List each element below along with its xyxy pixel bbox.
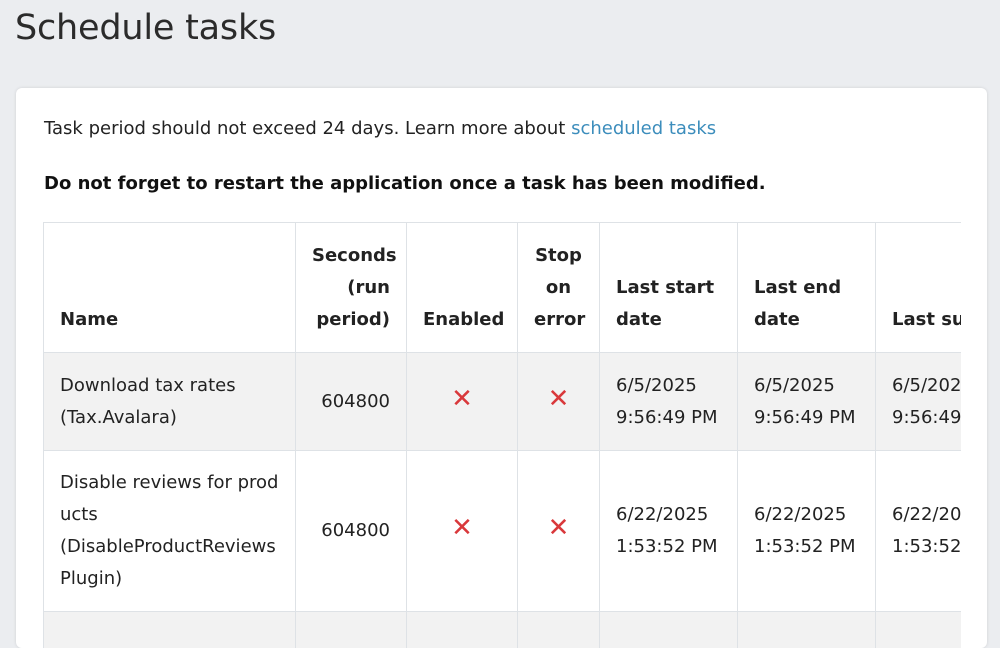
restart-warning: Do not forget to restart the application… (44, 173, 766, 194)
task-last-success-date: 6/5/2025 9:56:49 PM (876, 353, 962, 451)
task-seconds: 604800 (296, 353, 407, 451)
table-cell (876, 612, 962, 648)
x-icon: ✕ (548, 515, 570, 541)
content-card: Task period should not exceed 24 days. L… (16, 88, 987, 648)
task-period-text: Task period should not exceed 24 days. L… (44, 118, 571, 139)
task-last-start-date: 6/22/2025 1:53:52 PM (600, 451, 738, 612)
table-cell (600, 612, 738, 648)
last-end-time: 1:53:52 PM (754, 536, 856, 557)
column-header-stop-on-error[interactable]: Stop on error (518, 223, 600, 353)
column-header-last-end-date[interactable]: Last end date (738, 223, 876, 353)
task-last-start-date: 6/5/2025 9:56:49 PM (600, 353, 738, 451)
column-header-name[interactable]: Name (44, 223, 296, 353)
column-header-enabled[interactable]: Enabled (407, 223, 518, 353)
task-stop-on-error-cell: ✕ (518, 451, 600, 612)
task-name: Disable reviews for products (60, 472, 278, 525)
table-row[interactable]: Download tax rates (Tax.Avalara) 604800 … (44, 353, 962, 451)
task-name: Download tax rates (60, 375, 236, 396)
x-icon: ✕ (451, 386, 473, 412)
table-cell (407, 612, 518, 648)
task-enabled-cell: ✕ (407, 451, 518, 612)
last-success-time: 1:53:52 PM (892, 536, 961, 557)
x-icon: ✕ (548, 386, 570, 412)
table-row[interactable]: Disable reviews for products (DisablePro… (44, 451, 962, 612)
table-row[interactable] (44, 612, 962, 648)
task-period-info: Task period should not exceed 24 days. L… (44, 118, 716, 139)
column-header-seconds[interactable]: Seconds (run period) (296, 223, 407, 353)
task-name-cell: Download tax rates (Tax.Avalara) (44, 353, 296, 451)
column-header-last-start-date[interactable]: Last start date (600, 223, 738, 353)
last-start-date: 6/22/2025 (616, 504, 708, 525)
table-cell (44, 612, 296, 648)
task-stop-on-error-cell: ✕ (518, 353, 600, 451)
task-seconds: 604800 (296, 451, 407, 612)
page-title: Schedule tasks (15, 8, 276, 48)
task-last-success-date: 6/22/2025 1:53:52 PM (876, 451, 962, 612)
table-header-row: Name Seconds (run period) Enabled Stop o… (44, 223, 962, 353)
task-system-name: (Tax.Avalara) (60, 407, 177, 428)
table-cell (738, 612, 876, 648)
table-cell (296, 612, 407, 648)
last-start-time: 9:56:49 PM (616, 407, 718, 428)
last-end-time: 9:56:49 PM (754, 407, 856, 428)
task-system-name: (DisableProductReviewsPlugin) (60, 536, 276, 589)
last-end-date: 6/5/2025 (754, 375, 835, 396)
table-cell (518, 612, 600, 648)
last-success-date: 6/5/2025 (892, 375, 961, 396)
task-name-cell: Disable reviews for products (DisablePro… (44, 451, 296, 612)
task-enabled-cell: ✕ (407, 353, 518, 451)
last-success-date: 6/22/2025 (892, 504, 961, 525)
schedule-tasks-table-container[interactable]: Name Seconds (run period) Enabled Stop o… (43, 222, 961, 648)
last-end-date: 6/22/2025 (754, 504, 846, 525)
column-header-last-success-date[interactable]: Last success date (876, 223, 962, 353)
last-start-time: 1:53:52 PM (616, 536, 718, 557)
x-icon: ✕ (451, 515, 473, 541)
last-start-date: 6/5/2025 (616, 375, 697, 396)
scheduled-tasks-link[interactable]: scheduled tasks (571, 118, 716, 139)
task-last-end-date: 6/5/2025 9:56:49 PM (738, 353, 876, 451)
task-last-end-date: 6/22/2025 1:53:52 PM (738, 451, 876, 612)
last-success-time: 9:56:49 PM (892, 407, 961, 428)
schedule-tasks-table: Name Seconds (run period) Enabled Stop o… (43, 222, 961, 648)
